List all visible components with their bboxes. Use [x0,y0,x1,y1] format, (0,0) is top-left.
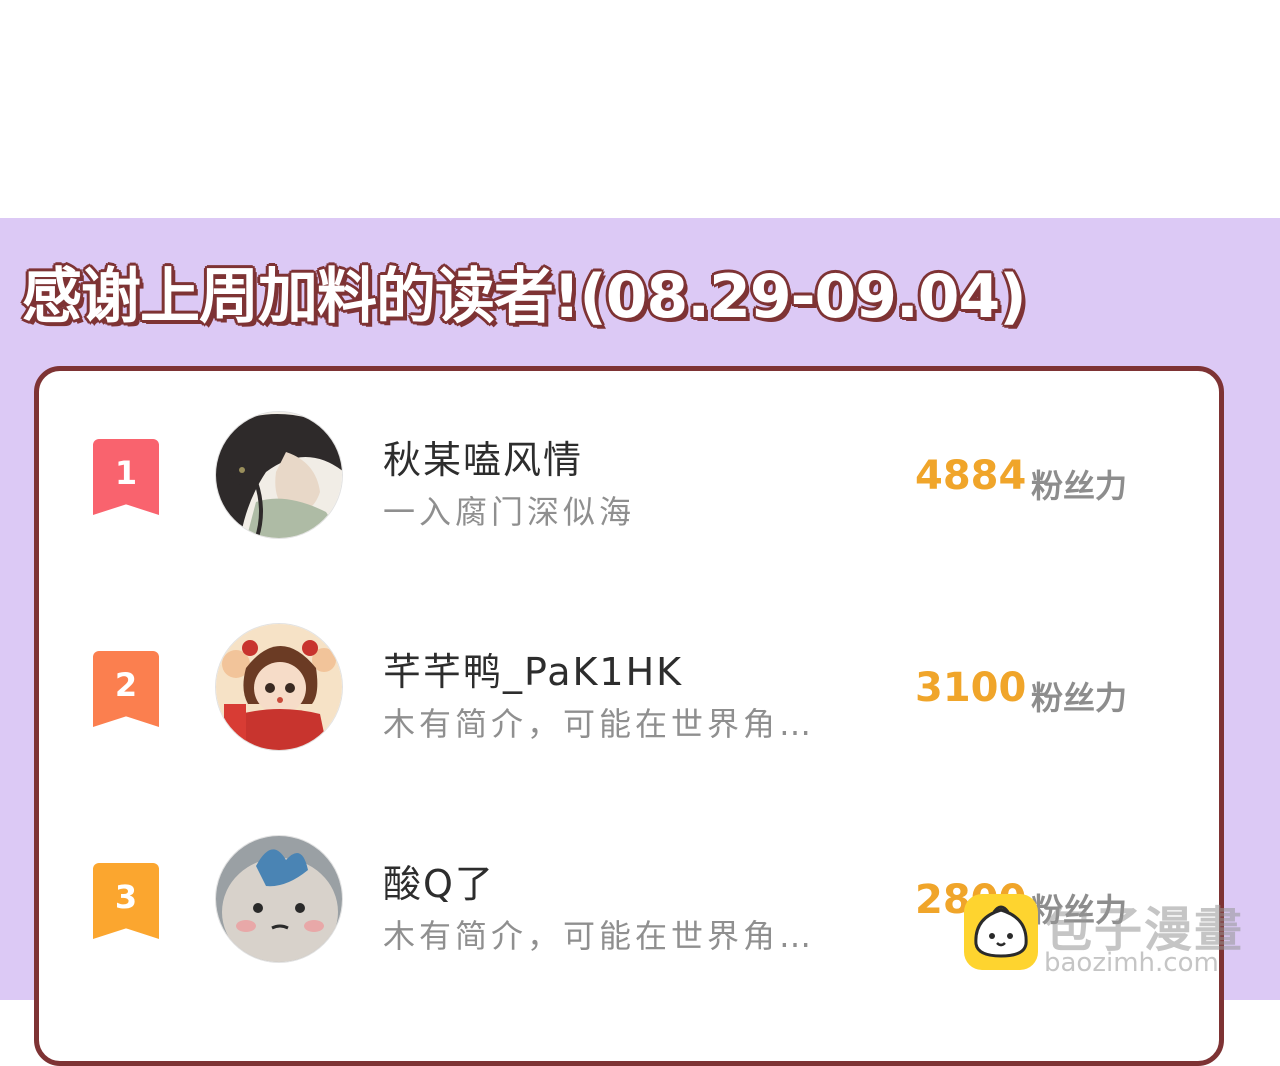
leaderboard-row: 1 秋某嗑风情 一入腐门深似海 4884 粉丝力 [39,411,1219,551]
fan-score: 4884 [915,453,1027,499]
avatar[interactable] [215,835,343,963]
watermark-url: baozimh.com [1044,948,1219,978]
avatar[interactable] [215,623,343,751]
page-title: 感谢上周加料的读者!(08.29-09.04) [22,262,1027,332]
user-bio: 一入腐门深似海 [383,493,636,531]
watermark: 包子漫畫 baozimh.com [964,890,1264,982]
user-name[interactable]: 芊芊鸭_PaK1HK [383,641,683,696]
user-name[interactable]: 酸Q了 [383,853,495,908]
rank-badge: 2 [93,651,159,727]
fan-unit-label: 粉丝力 [1031,467,1128,505]
fan-score: 3100 [915,665,1027,711]
bun-logo-icon [964,894,1038,970]
fan-unit-label: 粉丝力 [1031,679,1128,717]
user-bio: 木有简介，可能在世界角… [383,917,816,955]
rank-badge: 3 [93,863,159,939]
avatar[interactable] [215,411,343,539]
user-name[interactable]: 秋某嗑风情 [383,429,583,484]
user-bio: 木有简介，可能在世界角… [383,705,816,743]
rank-badge: 1 [93,439,159,515]
leaderboard-row: 2 芊芊鸭_PaK1HK 木有简介，可能在世界角… 3100 粉丝力 [39,623,1219,763]
